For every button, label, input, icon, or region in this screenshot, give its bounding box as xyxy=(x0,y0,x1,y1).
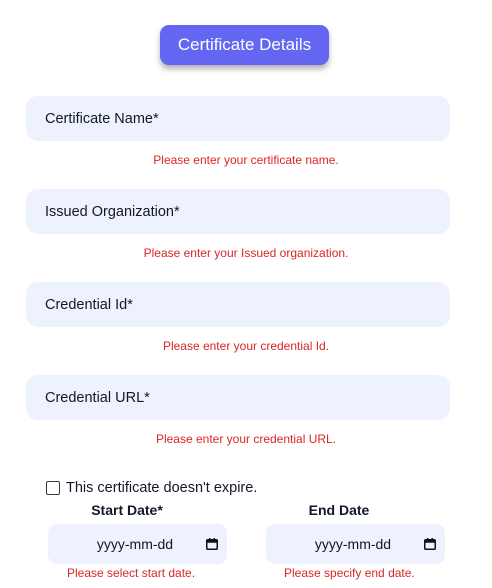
credential-id-error: Please enter your credential Id. xyxy=(162,339,330,353)
issued-organization-label: Issued Organization* xyxy=(45,203,180,220)
start-date-error: Please select start date. xyxy=(67,566,196,580)
end-date-value: yyyy-mm-dd xyxy=(314,536,392,552)
no-expiry-row[interactable]: This certificate doesn't expire. xyxy=(46,479,257,497)
start-date-input[interactable]: yyyy-mm-dd xyxy=(48,524,227,564)
certificate-name-label: Certificate Name* xyxy=(45,110,159,127)
credential-url-field[interactable]: Credential URL* xyxy=(26,375,450,420)
start-date-value: yyyy-mm-dd xyxy=(96,536,174,552)
end-date-label: End Date xyxy=(308,502,370,518)
no-expiry-label: This certificate doesn't expire. xyxy=(66,480,258,496)
calendar-icon[interactable] xyxy=(206,538,218,550)
calendar-icon[interactable] xyxy=(424,538,436,550)
credential-id-field[interactable]: Credential Id* xyxy=(26,282,450,327)
certificate-form: Certificate Details Certificate Name* Pl… xyxy=(0,0,492,588)
issued-organization-error: Please enter your Issued organization. xyxy=(143,246,349,260)
certificate-name-error: Please enter your certificate name. xyxy=(153,153,339,167)
start-date-label: Start Date* xyxy=(91,502,163,518)
no-expiry-checkbox[interactable] xyxy=(46,481,60,495)
credential-id-label: Credential Id* xyxy=(45,296,133,313)
credential-url-error: Please enter your credential URL. xyxy=(155,432,337,446)
credential-url-label: Credential URL* xyxy=(45,389,150,406)
certificate-details-button[interactable]: Certificate Details xyxy=(160,25,329,65)
issued-organization-field[interactable]: Issued Organization* xyxy=(26,189,450,234)
end-date-error: Please specify end date. xyxy=(284,566,415,580)
certificate-name-field[interactable]: Certificate Name* xyxy=(26,96,450,141)
end-date-input[interactable]: yyyy-mm-dd xyxy=(266,524,445,564)
